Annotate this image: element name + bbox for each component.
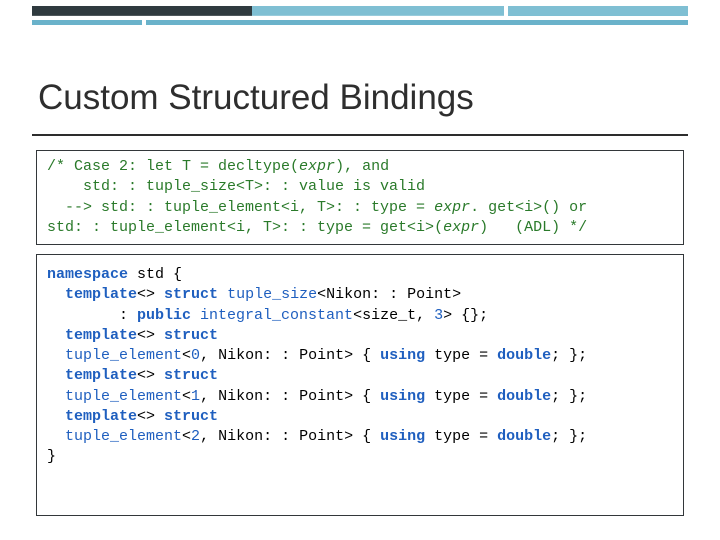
code-line: tuple_element<0, Nikon: : Point> { using… [47, 347, 587, 364]
decor-segment [508, 6, 688, 16]
slide-title: Custom Structured Bindings [38, 78, 474, 118]
decor-thin-bar [32, 20, 688, 25]
decor-segment [32, 20, 142, 25]
code-line: tuple_element<1, Nikon: : Point> { using… [47, 388, 587, 405]
code-line: } [47, 448, 56, 465]
code-line: template<> struct [47, 408, 218, 425]
code-comment: /* Case 2: let T = decltype(expr), and s… [47, 158, 587, 236]
decor-segment [146, 20, 688, 25]
code-box: namespace std { template<> struct tuple_… [36, 254, 684, 516]
decor-segment [252, 6, 504, 16]
slide: Custom Structured Bindings /* Case 2: le… [0, 0, 720, 540]
code-line: template<> struct [47, 327, 218, 344]
code-line: namespace std { [47, 266, 182, 283]
code-line: : public integral_constant<size_t, 3> {}… [47, 307, 488, 324]
code-line: template<> struct [47, 367, 218, 384]
code-line: tuple_element<2, Nikon: : Point> { using… [47, 428, 587, 445]
decor-segment [32, 6, 252, 16]
decor-top-bar [32, 6, 688, 16]
comment-box: /* Case 2: let T = decltype(expr), and s… [36, 150, 684, 245]
code-line: template<> struct tuple_size<Nikon: : Po… [47, 286, 461, 303]
title-rule [32, 134, 688, 136]
